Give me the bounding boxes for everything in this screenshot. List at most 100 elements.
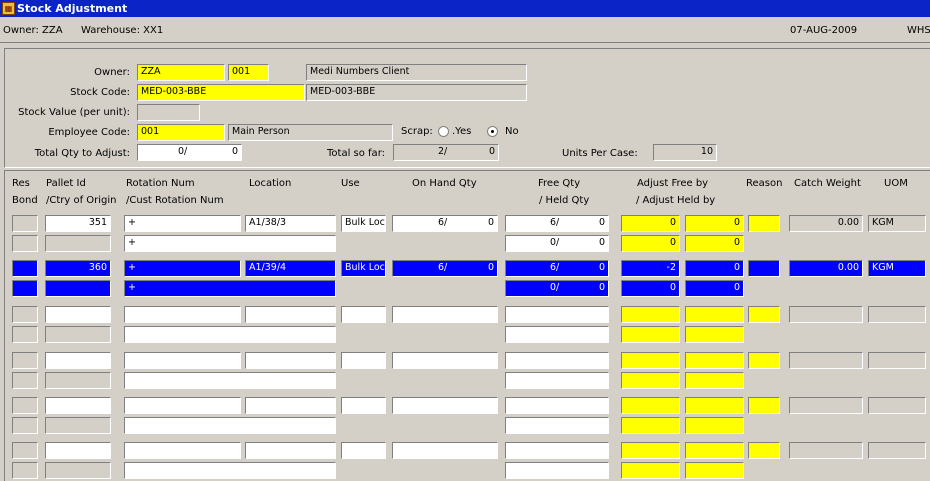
row5-uom	[868, 397, 926, 414]
row5-cust-rotation[interactable]	[124, 417, 336, 434]
row6-rotation[interactable]	[124, 442, 241, 459]
row1-cust-rotation[interactable]: +	[124, 235, 336, 252]
row6-pallet[interactable]	[45, 442, 111, 459]
row1-free-qty[interactable]: 6/0	[505, 215, 609, 232]
row6-cust-rotation[interactable]	[124, 462, 336, 479]
row1-adjust-held-units[interactable]: 0	[685, 235, 744, 252]
row3-adjust-free-units[interactable]	[685, 306, 744, 323]
row2-adjust-free-cases[interactable]: -2	[621, 260, 680, 277]
row6-free-qty[interactable]	[505, 442, 609, 459]
row4-res[interactable]	[12, 352, 38, 369]
row3-location[interactable]	[245, 306, 336, 323]
row3-bond[interactable]	[12, 326, 38, 343]
row4-free-qty[interactable]	[505, 352, 609, 369]
owner-code-field[interactable]: ZZA	[137, 64, 225, 81]
row4-use[interactable]	[341, 352, 386, 369]
row5-location[interactable]	[245, 397, 336, 414]
row3-on-hand[interactable]	[392, 306, 498, 323]
employee-code-field[interactable]: 001	[137, 124, 225, 141]
row3-rotation[interactable]	[124, 306, 241, 323]
row4-pallet[interactable]	[45, 352, 111, 369]
row3-free-qty[interactable]	[505, 306, 609, 323]
row3-pallet[interactable]	[45, 306, 111, 323]
row4-adjust-free-units[interactable]	[685, 352, 744, 369]
row2-reason[interactable]	[748, 260, 780, 277]
row4-adjust-held-units[interactable]	[685, 372, 744, 389]
row6-reason[interactable]	[748, 442, 780, 459]
row2-catch-weight: 0.00	[789, 260, 863, 277]
row4-bond[interactable]	[12, 372, 38, 389]
scrap-yes-radio[interactable]	[438, 126, 449, 137]
row6-location[interactable]	[245, 442, 336, 459]
row5-adjust-held-cases[interactable]	[621, 417, 680, 434]
row1-rotation[interactable]: +	[124, 215, 241, 232]
row6-held-qty[interactable]	[505, 462, 609, 479]
row5-adjust-free-cases[interactable]	[621, 397, 680, 414]
row1-held-qty[interactable]: 0/0	[505, 235, 609, 252]
row1-bond[interactable]	[12, 235, 38, 252]
row2-on-hand[interactable]: 6/0	[392, 260, 498, 277]
row4-rotation[interactable]	[124, 352, 241, 369]
row4-held-qty[interactable]	[505, 372, 609, 389]
stock-code-field[interactable]: MED-003-BBE	[137, 84, 305, 101]
row3-adjust-free-cases[interactable]	[621, 306, 680, 323]
row6-adjust-free-cases[interactable]	[621, 442, 680, 459]
scrap-no-radio[interactable]	[487, 126, 498, 137]
total-so-far-cases: 2/	[438, 146, 448, 157]
row6-on-hand[interactable]	[392, 442, 498, 459]
row1-adjust-free-cases[interactable]: 0	[621, 215, 680, 232]
row5-res[interactable]	[12, 397, 38, 414]
row1-use[interactable]: Bulk Loc	[341, 215, 386, 232]
row1-res[interactable]	[12, 215, 38, 232]
row3-adjust-held-cases[interactable]	[621, 326, 680, 343]
row3-adjust-held-units[interactable]	[685, 326, 744, 343]
row5-bond[interactable]	[12, 417, 38, 434]
row5-reason[interactable]	[748, 397, 780, 414]
row1-pallet[interactable]: 351	[45, 215, 111, 232]
row2-free-qty[interactable]: 6/0	[505, 260, 609, 277]
row6-adjust-free-units[interactable]	[685, 442, 744, 459]
row4-reason[interactable]	[748, 352, 780, 369]
row2-pallet[interactable]: 360	[45, 260, 111, 277]
row3-use[interactable]	[341, 306, 386, 323]
row5-use[interactable]	[341, 397, 386, 414]
row3-res[interactable]	[12, 306, 38, 323]
row2-bond[interactable]	[12, 280, 38, 297]
row2-rotation[interactable]: +	[124, 260, 241, 277]
row2-res[interactable]	[12, 260, 38, 277]
row6-use[interactable]	[341, 442, 386, 459]
row2-adjust-held-units[interactable]: 0	[685, 280, 744, 297]
row5-rotation[interactable]	[124, 397, 241, 414]
owner-sub-field[interactable]: 001	[228, 64, 269, 81]
row1-adjust-free-units[interactable]: 0	[685, 215, 744, 232]
row5-pallet[interactable]	[45, 397, 111, 414]
row2-held-qty[interactable]: 0/0	[505, 280, 609, 297]
row4-adjust-held-cases[interactable]	[621, 372, 680, 389]
row3-cust-rotation[interactable]	[124, 326, 336, 343]
row1-reason[interactable]	[748, 215, 780, 232]
row3-held-qty[interactable]	[505, 326, 609, 343]
row1-on-hand[interactable]: 6/0	[392, 215, 498, 232]
row2-adjust-free-units[interactable]: 0	[685, 260, 744, 277]
row4-cust-rotation[interactable]	[124, 372, 336, 389]
row2-use[interactable]: Bulk Loc	[341, 260, 386, 277]
total-adjust-field[interactable]: 0/0	[137, 144, 242, 161]
row5-adjust-free-units[interactable]	[685, 397, 744, 414]
row6-adjust-held-units[interactable]	[685, 462, 744, 479]
row3-reason[interactable]	[748, 306, 780, 323]
row1-location[interactable]: A1/38/3	[245, 215, 336, 232]
row2-location[interactable]: A1/39/4	[245, 260, 336, 277]
row6-adjust-held-cases[interactable]	[621, 462, 680, 479]
row6-res[interactable]	[12, 442, 38, 459]
row1-adjust-held-cases[interactable]: 0	[621, 235, 680, 252]
row2-adjust-held-cases[interactable]: 0	[621, 280, 680, 297]
row2-cust-rotation[interactable]: +	[124, 280, 336, 297]
row4-adjust-free-cases[interactable]	[621, 352, 680, 369]
row4-location[interactable]	[245, 352, 336, 369]
row5-on-hand[interactable]	[392, 397, 498, 414]
row5-held-qty[interactable]	[505, 417, 609, 434]
row5-free-qty[interactable]	[505, 397, 609, 414]
row6-bond[interactable]	[12, 462, 38, 479]
row4-on-hand[interactable]	[392, 352, 498, 369]
row5-adjust-held-units[interactable]	[685, 417, 744, 434]
